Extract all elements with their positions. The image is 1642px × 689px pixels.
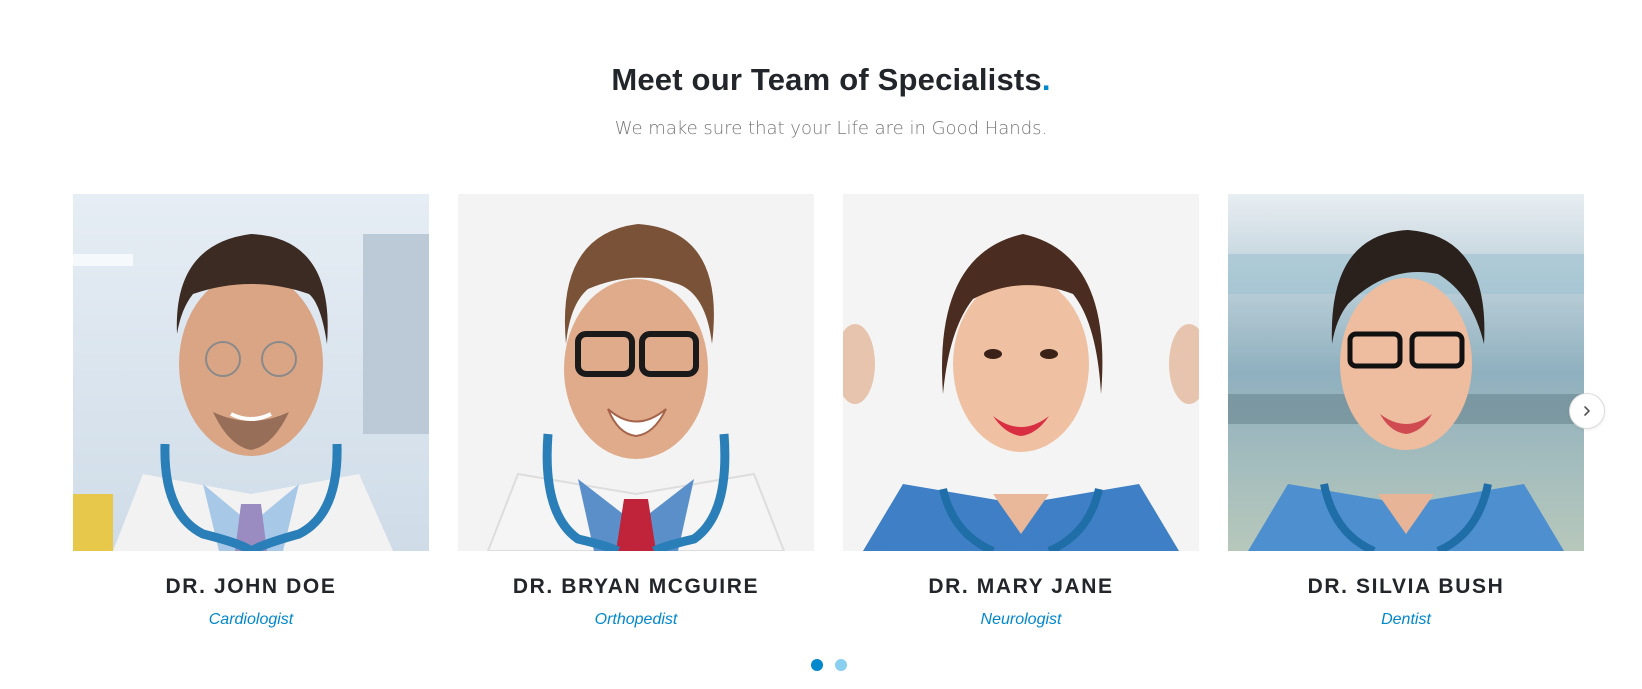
doctor-photo <box>73 194 429 551</box>
team-card-mary-jane[interactable]: DR. MARY JANE Neurologist <box>843 194 1199 629</box>
section-subtitle: We make sure that your Life are in Good … <box>614 118 1048 139</box>
section-title-accent-dot: . <box>1041 62 1051 97</box>
doctor-specialty: Dentist <box>1381 611 1431 628</box>
team-card-silvia-bush[interactable]: DR. SILVIA BUSH Dentist <box>1228 194 1584 629</box>
carousel-dot-2[interactable] <box>835 659 847 671</box>
doctor-photo <box>1228 194 1584 551</box>
carousel-pagination <box>811 659 847 671</box>
doctor-photo <box>843 194 1199 551</box>
section-title-text: Meet our Team of Specialists <box>611 62 1042 97</box>
doctor-specialty: Cardiologist <box>208 611 294 628</box>
doctor-specialty: Neurologist <box>980 611 1062 628</box>
section-title: Meet our Team of Specialists. <box>0 62 1642 98</box>
doctor-name: DR. JOHN DOE <box>165 575 337 598</box>
doctor-name: DR. SILVIA BUSH <box>1307 575 1505 598</box>
team-card-john-doe[interactable]: DR. JOHN DOE Cardiologist <box>73 194 429 629</box>
carousel-next-button[interactable] <box>1569 393 1605 429</box>
team-card-bryan-mcguire[interactable]: DR. BRYAN MCGUIRE Orthopedist <box>458 194 814 629</box>
doctor-name: DR. MARY JANE <box>928 575 1114 598</box>
chevron-right-icon <box>1584 406 1590 416</box>
doctor-specialty: Orthopedist <box>594 611 678 628</box>
doctor-photo <box>458 194 814 551</box>
carousel-dot-1[interactable] <box>811 659 823 671</box>
doctor-name: DR. BRYAN MCGUIRE <box>512 575 760 598</box>
